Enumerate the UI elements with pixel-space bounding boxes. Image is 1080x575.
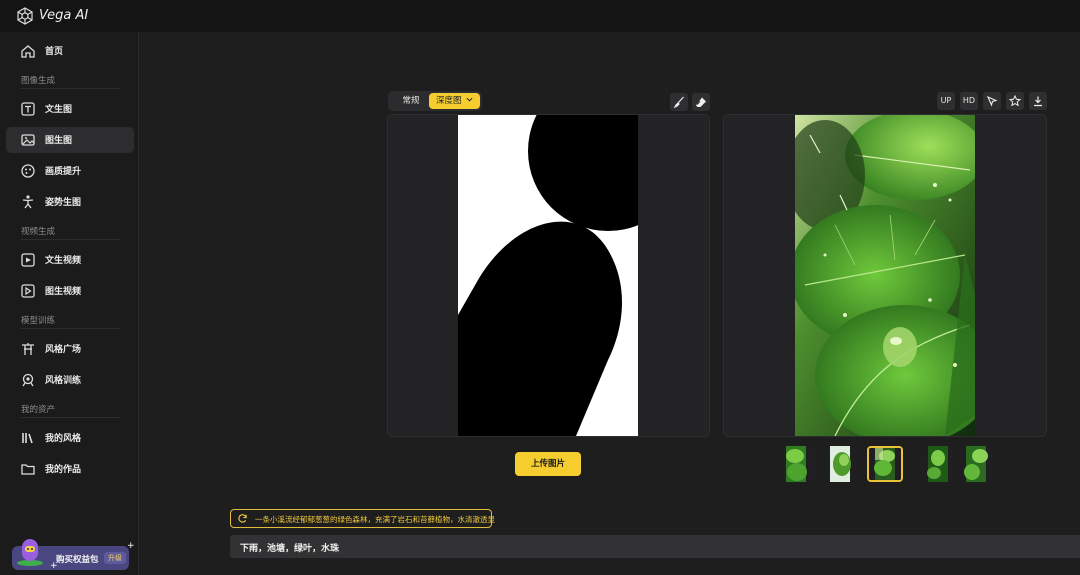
section-divider [21, 328, 120, 329]
mascot-icon [17, 539, 43, 566]
mode-selector: 常规 深度图 [388, 91, 482, 111]
result-thumbnail[interactable] [920, 446, 956, 482]
section-label-my-assets: 我的资产 [21, 405, 56, 415]
sidebar-item-my-styles[interactable]: 我的风格 [6, 425, 134, 451]
style-training-icon [22, 373, 34, 387]
result-thumbnail-selected[interactable] [867, 446, 903, 482]
hd-button[interactable]: HD [960, 92, 978, 110]
brush-button[interactable] [670, 93, 688, 111]
brush-icon [673, 96, 684, 108]
cursor-icon [986, 95, 998, 107]
sidebar-item-text-to-video[interactable]: 文生视频 [6, 247, 134, 273]
section-label-video-gen: 视频生成 [21, 227, 56, 237]
sidebar-item-label: 画质提升 [45, 167, 82, 177]
favorite-button[interactable] [1006, 92, 1024, 110]
sidebar-item-label: 文生视频 [45, 256, 82, 266]
sidebar-item-label: 图生图 [45, 136, 73, 146]
vega-logo-icon [17, 7, 33, 25]
pose-icon [22, 195, 34, 209]
sidebar-item-my-works[interactable]: 我的作品 [6, 456, 134, 482]
sidebar-item-style-square[interactable]: 风格广场 [6, 336, 134, 362]
text-to-image-icon [21, 102, 35, 116]
mode-normal-tab[interactable]: 常规 [393, 94, 429, 108]
top-bar: Vega AI [0, 0, 1080, 32]
result-thumbnail[interactable] [960, 446, 996, 482]
eraser-button[interactable] [692, 93, 710, 111]
mode-depth-label: 深度图 [436, 96, 462, 106]
refresh-icon[interactable] [237, 513, 248, 524]
enhance-icon [21, 164, 35, 178]
depth-map-image[interactable] [458, 115, 638, 436]
star-icon [1009, 95, 1021, 107]
prompt-text: 下雨，池塘，绿叶，水珠 [240, 544, 340, 554]
upload-image-button[interactable]: 上传图片 [515, 452, 581, 476]
sidebar-item-label: 我的作品 [45, 465, 82, 475]
sidebar-item-label: 图生视频 [45, 287, 82, 297]
sparkle-icon: + [127, 541, 135, 551]
image-to-image-icon [21, 134, 35, 146]
result-thumbnail[interactable] [783, 446, 819, 482]
sidebar-item-home[interactable]: 首页 [6, 38, 134, 64]
sidebar-item-enhance[interactable]: 画质提升 [6, 158, 134, 184]
sidebar-item-label: 文生图 [45, 105, 73, 115]
prompt-suggestion-text: 一条小溪流经郁郁葱葱的绿色森林，充满了岩石和苔藓植物，水清澈透显 [255, 515, 495, 524]
promo-label: 购买权益包 [56, 555, 99, 565]
sidebar-item-label: 姿势生图 [45, 198, 82, 208]
download-icon [1034, 96, 1042, 107]
mode-depth-dropdown[interactable]: 深度图 [429, 93, 480, 109]
prompt-input[interactable]: 下雨，池塘，绿叶，水珠 [230, 535, 1080, 558]
style-square-icon [22, 343, 34, 355]
prompt-suggestion[interactable]: 一条小溪流经郁郁葱葱的绿色森林，充满了岩石和苔藓植物，水清澈透显 [230, 509, 495, 528]
my-styles-icon [22, 433, 33, 444]
text-to-video-icon [21, 253, 35, 267]
sidebar-item-label: 我的风格 [45, 434, 82, 444]
sidebar-item-text-to-image[interactable]: 文生图 [6, 96, 134, 122]
upgrade-badge: 升级 [104, 552, 126, 564]
sidebar-item-pose[interactable]: 姿势生图 [6, 189, 134, 215]
image-to-video-icon [21, 284, 35, 298]
sidebar-item-label: 风格训练 [45, 376, 82, 386]
upscale-button[interactable]: UP [937, 92, 955, 110]
sparkle-icon: + [50, 561, 58, 571]
chevron-down-icon [466, 97, 473, 102]
sidebar-item-style-training[interactable]: 风格训练 [6, 367, 134, 393]
download-button[interactable] [1029, 92, 1047, 110]
app-title: Vega AI [39, 8, 89, 23]
section-label-image-gen: 图像生成 [21, 76, 56, 86]
sidebar-item-image-to-video[interactable]: 图生视频 [6, 278, 134, 304]
my-works-icon [21, 464, 35, 475]
section-divider [21, 88, 120, 89]
result-image[interactable] [795, 115, 975, 436]
select-tool-button[interactable] [983, 92, 1001, 110]
section-divider [21, 239, 120, 240]
result-thumbnail[interactable] [826, 446, 862, 482]
sidebar-item-label: 首页 [45, 47, 64, 57]
eraser-icon [696, 97, 706, 107]
section-label-model-training: 模型训练 [21, 316, 56, 326]
home-icon [21, 45, 35, 58]
section-divider [21, 417, 120, 418]
sidebar-item-label: 风格广场 [45, 345, 82, 355]
sidebar-item-image-to-image[interactable]: 图生图 [6, 127, 134, 153]
